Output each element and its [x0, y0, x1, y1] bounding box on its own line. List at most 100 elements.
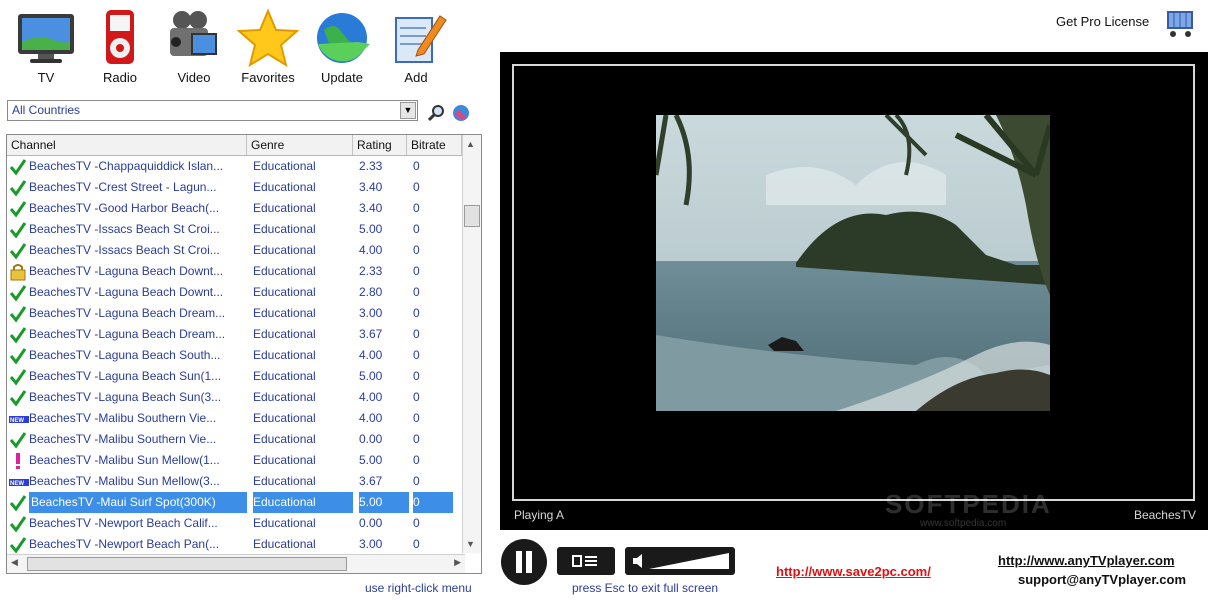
- table-row[interactable]: BeachesTV -Laguna Beach Dream... Educatio…: [7, 324, 462, 345]
- table-row[interactable]: BeachesTV -Malibu Sun Mellow(1... Educati…: [7, 450, 462, 471]
- genre-cell: Educational: [253, 369, 316, 383]
- check-icon: [9, 303, 29, 324]
- toolbar-update-label: Update: [321, 70, 363, 85]
- table-row[interactable]: BeachesTV -Laguna Beach Downt... Educatio…: [7, 282, 462, 303]
- channel-name-cell: BeachesTV -Laguna Beach South...: [29, 348, 221, 362]
- genre-cell: Educational: [253, 492, 353, 513]
- channel-name-cell: BeachesTV -Newport Beach Calif...: [29, 516, 218, 530]
- genre-cell: Educational: [253, 516, 316, 530]
- genre-cell: Educational: [253, 264, 316, 278]
- star-icon: [236, 8, 300, 68]
- bitrate-cell: 0: [413, 180, 420, 194]
- genre-cell: Educational: [253, 390, 316, 404]
- genre-cell: Educational: [253, 327, 316, 341]
- table-row[interactable]: NEW BeachesTV -Malibu Southern Vie... Educ…: [7, 408, 462, 429]
- get-pro-license-link[interactable]: Get Pro License: [1056, 14, 1149, 29]
- genre-cell: Educational: [253, 432, 316, 446]
- genre-cell: Educational: [253, 180, 316, 194]
- toolbar-radio-button[interactable]: Radio: [86, 8, 154, 85]
- rating-cell: 4.00: [359, 348, 383, 362]
- channel-list-vertical-scrollbar[interactable]: ▲ ▼: [462, 135, 481, 553]
- table-row[interactable]: BeachesTV -Laguna Beach Sun(3... Educatio…: [7, 387, 462, 408]
- rating-cell: 3.40: [359, 201, 383, 215]
- globe-filter-icon[interactable]: [452, 104, 470, 122]
- channel-name-cell: BeachesTV -Chappaquiddick Islan...: [29, 159, 224, 173]
- column-header-rating[interactable]: Rating: [353, 135, 407, 155]
- table-row[interactable]: BeachesTV -Chappaquiddick Islan... Educat…: [7, 156, 462, 177]
- toolbar-tv-button[interactable]: TV: [12, 8, 80, 85]
- genre-cell: Educational: [253, 201, 316, 215]
- rating-cell: 4.00: [359, 390, 383, 404]
- channel-name-cell: BeachesTV -Malibu Southern Vie...: [29, 432, 217, 446]
- table-row-selected[interactable]: BeachesTV -Maui Surf Spot(300K) Education…: [7, 492, 462, 513]
- channel-list-horizontal-scrollbar[interactable]: ◀ ▶: [7, 554, 465, 573]
- table-row[interactable]: BeachesTV -Laguna Beach Sun(1... Educatio…: [7, 366, 462, 387]
- vertical-scroll-thumb[interactable]: [464, 205, 480, 227]
- bitrate-cell: 0: [413, 306, 420, 320]
- scroll-up-arrow-icon[interactable]: ▲: [466, 139, 475, 149]
- table-row[interactable]: BeachesTV -Malibu Southern Vie... Educati…: [7, 429, 462, 450]
- scroll-down-arrow-icon[interactable]: ▼: [466, 539, 475, 549]
- anytvplayer-website-link[interactable]: http://www.anyTVplayer.com: [998, 553, 1175, 568]
- column-header-genre[interactable]: Genre: [247, 135, 353, 155]
- bitrate-cell: 0: [413, 453, 420, 467]
- svg-text:NEW: NEW: [10, 481, 24, 487]
- genre-cell: Educational: [253, 285, 316, 299]
- right-click-hint: use right-click menu: [365, 581, 472, 595]
- table-row[interactable]: BeachesTV -Laguna Beach Downt... Educatio…: [7, 261, 462, 282]
- tv-icon: [18, 14, 74, 63]
- table-row[interactable]: BeachesTV -Laguna Beach Dream... Educatio…: [7, 303, 462, 324]
- horizontal-scroll-thumb[interactable]: [27, 557, 347, 571]
- toolbar-video-button[interactable]: Video: [160, 8, 228, 85]
- table-row[interactable]: BeachesTV -Issacs Beach St Croi... Educat…: [7, 219, 462, 240]
- table-row[interactable]: NEW BeachesTV -Malibu Sun Mellow(3... Educ…: [7, 471, 462, 492]
- channel-name-cell: BeachesTV -Issacs Beach St Croi...: [29, 243, 220, 257]
- svg-text:NEW: NEW: [10, 418, 24, 424]
- check-icon: [9, 387, 29, 408]
- check-icon: [9, 240, 29, 261]
- rating-cell: 3.67: [359, 327, 383, 341]
- check-icon: [9, 198, 29, 219]
- check-icon: [9, 513, 29, 534]
- channel-list[interactable]: Channel Genre Rating Bitrate BeachesTV -…: [6, 134, 482, 574]
- table-row[interactable]: BeachesTV -Newport Beach Calif... Educati…: [7, 513, 462, 534]
- playlist-toggle-button[interactable]: [557, 547, 615, 575]
- locked-folder-icon: [9, 261, 29, 282]
- bitrate-cell: 0: [413, 201, 420, 215]
- toolbar-add-button[interactable]: Add: [382, 8, 450, 85]
- column-header-bitrate[interactable]: Bitrate: [407, 135, 462, 155]
- volume-slider[interactable]: [625, 547, 735, 575]
- rating-cell: 0.00: [359, 516, 383, 530]
- column-header-channel[interactable]: Channel: [7, 135, 247, 155]
- toolbar-update-button[interactable]: Update: [308, 8, 376, 85]
- new-badge-icon: NEW: [9, 471, 29, 492]
- fullscreen-hint: press Esc to exit full screen: [572, 581, 719, 595]
- channel-name-cell: BeachesTV -Malibu Sun Mellow(1...: [29, 453, 220, 467]
- table-row[interactable]: BeachesTV -Newport Beach Pan(... Educatio…: [7, 534, 462, 555]
- table-row[interactable]: BeachesTV -Issacs Beach St Croi... Educat…: [7, 240, 462, 261]
- player-status-left: Playing A: [514, 508, 565, 522]
- pause-button[interactable]: [501, 539, 547, 585]
- toolbar-favorites-button[interactable]: Favorites: [234, 8, 302, 85]
- channel-list-header: Channel Genre Rating Bitrate: [7, 135, 462, 156]
- bitrate-cell: 0: [413, 492, 453, 513]
- channel-name-cell: BeachesTV -Issacs Beach St Croi...: [29, 222, 220, 236]
- table-row[interactable]: BeachesTV -Crest Street - Lagun... Educat…: [7, 177, 462, 198]
- shopping-cart-icon[interactable]: [1162, 8, 1196, 40]
- search-icon[interactable]: [428, 104, 446, 122]
- channel-name-cell: BeachesTV -Laguna Beach Downt...: [29, 285, 224, 299]
- support-email-link[interactable]: support@anyTVplayer.com: [1018, 572, 1186, 587]
- rating-cell: 2.33: [359, 159, 383, 173]
- rating-cell: 5.00: [359, 369, 383, 383]
- video-player[interactable]: SOFTPEDIA www.softpedia.com Playing A Be…: [500, 52, 1208, 530]
- table-row[interactable]: BeachesTV -Laguna Beach South... Educatio…: [7, 345, 462, 366]
- scroll-left-arrow-icon[interactable]: ◀: [11, 557, 18, 568]
- chevron-down-icon[interactable]: ▼: [400, 102, 416, 119]
- table-row[interactable]: BeachesTV -Good Harbor Beach(... Educatio…: [7, 198, 462, 219]
- country-select[interactable]: All Countries ▼: [7, 100, 418, 121]
- channel-name-cell: BeachesTV -Laguna Beach Downt...: [29, 264, 224, 278]
- scroll-right-arrow-icon[interactable]: ▶: [454, 557, 461, 568]
- bitrate-cell: 0: [413, 348, 420, 362]
- save2pc-link[interactable]: http://www.save2pc.com/: [776, 564, 931, 579]
- volume-icon: [633, 553, 729, 569]
